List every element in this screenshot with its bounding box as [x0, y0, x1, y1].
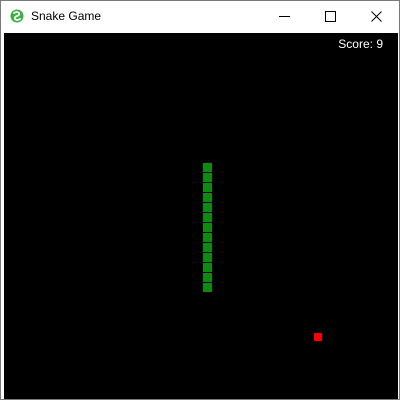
game-canvas[interactable]: Score: 9 — [4, 33, 398, 399]
snake-segment — [202, 282, 213, 293]
close-icon — [370, 11, 382, 22]
score-label: Score: 9 — [338, 37, 383, 51]
food-pellet — [313, 332, 323, 342]
maximize-icon — [324, 11, 336, 22]
game-window: Snake Game Score: 9 — [0, 0, 400, 400]
title-bar[interactable]: Snake Game — [1, 1, 399, 32]
close-button[interactable] — [353, 1, 399, 32]
window-title: Snake Game — [31, 9, 102, 23]
maximize-button[interactable] — [307, 1, 353, 32]
minimize-icon — [278, 16, 290, 17]
snake-app-icon — [10, 9, 24, 23]
minimize-button[interactable] — [261, 1, 307, 32]
